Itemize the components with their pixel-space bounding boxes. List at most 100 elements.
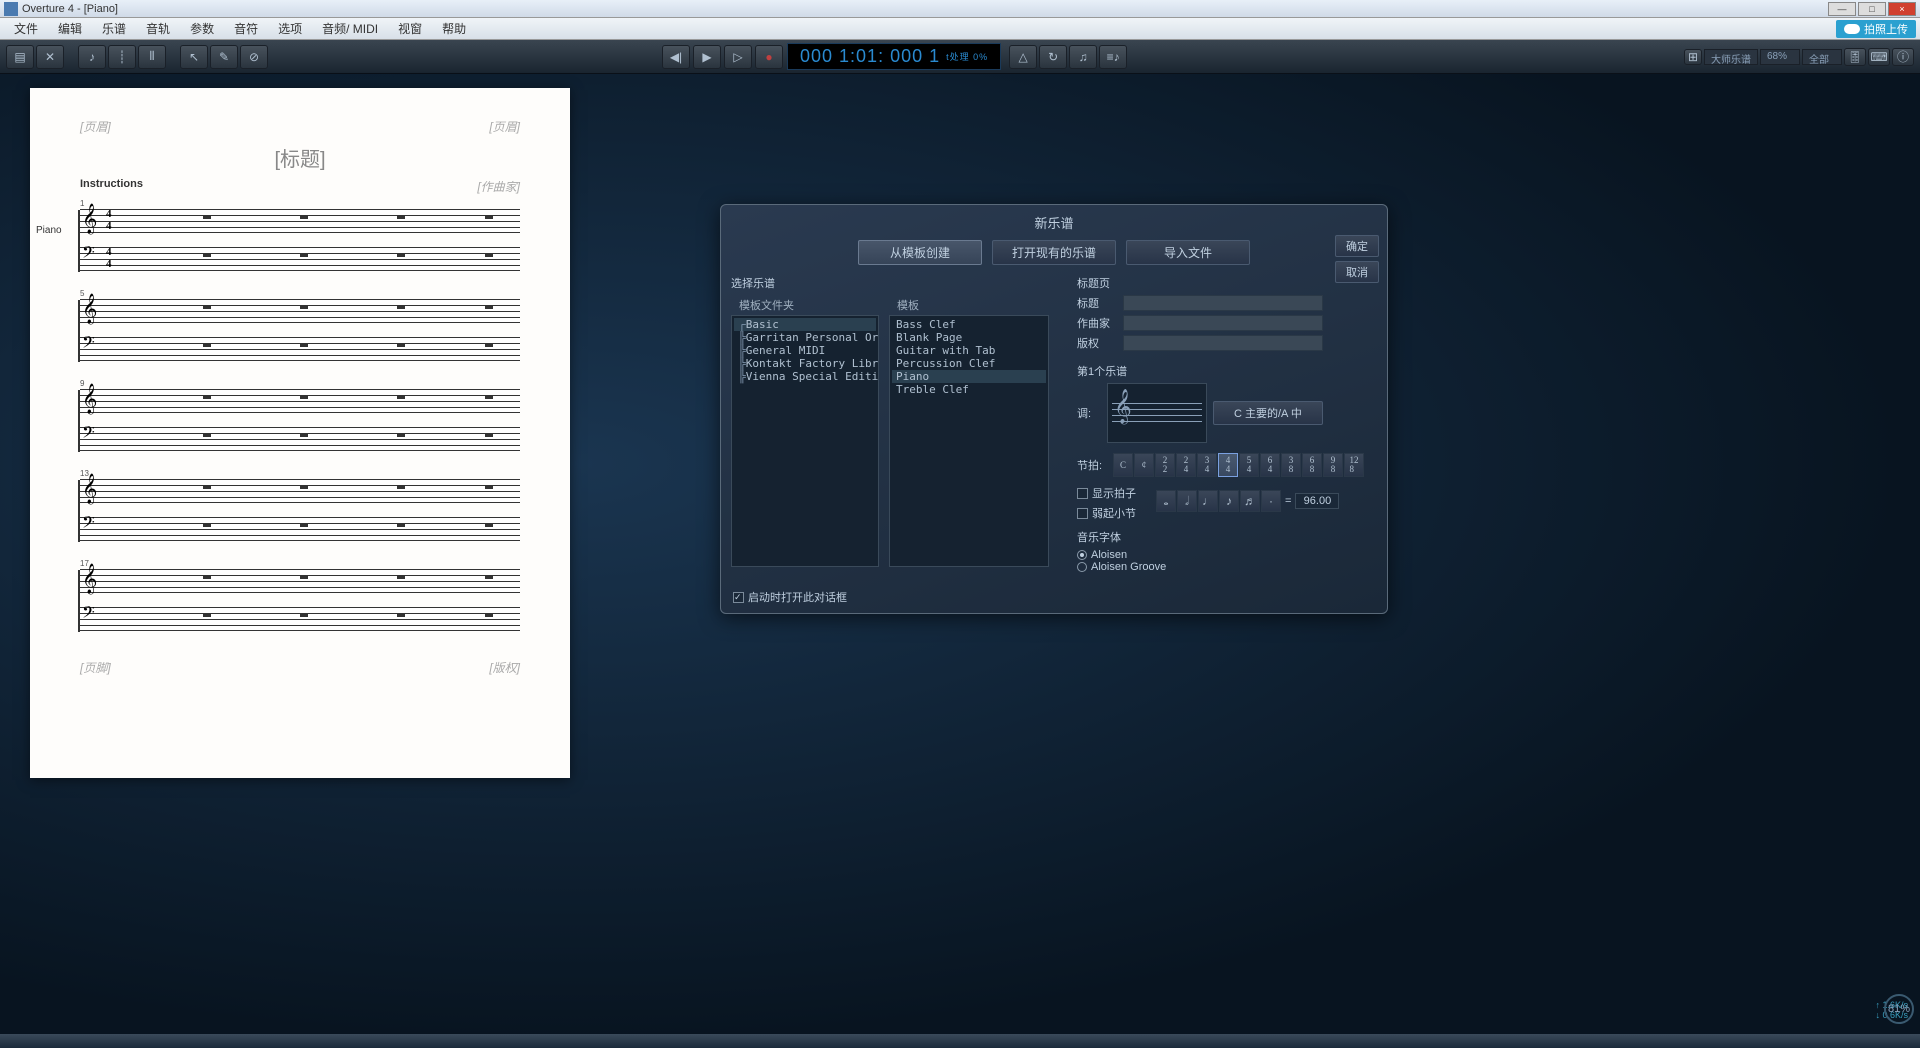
pickup-bar-checkbox[interactable] — [1077, 508, 1088, 519]
snap-button[interactable]: ♫ — [1069, 45, 1097, 69]
list-item[interactable]: ╠Garritan Personal Orc... — [734, 331, 876, 344]
cancel-button[interactable]: 取消 — [1335, 261, 1379, 283]
menu-options[interactable]: 选项 — [268, 18, 312, 39]
arrow-tool-button[interactable]: ↖ — [180, 45, 208, 69]
title-input[interactable] — [1123, 295, 1323, 311]
timesig-button[interactable]: 38 — [1281, 453, 1301, 477]
menu-track[interactable]: 音轨 — [136, 18, 180, 39]
upload-photo-button[interactable]: 拍照上传 — [1836, 20, 1916, 38]
maximize-button[interactable]: □ — [1858, 2, 1886, 16]
tab-open-existing[interactable]: 打开现有的乐谱 — [992, 240, 1116, 265]
section-music-font: 音乐字体 — [1077, 529, 1377, 545]
rewind-button[interactable]: ◀| — [662, 45, 690, 69]
eighth-note-button[interactable]: ♪ — [1219, 490, 1239, 512]
timesig-button[interactable]: 68 — [1302, 453, 1322, 477]
bass-staff: 𝄢 — [80, 607, 520, 631]
key-signature-button[interactable]: C 主要的/A 中 — [1213, 401, 1323, 425]
tab-from-template[interactable]: 从模板创建 — [858, 240, 982, 265]
composer-input[interactable] — [1123, 315, 1323, 331]
play2-button[interactable]: ▷ — [724, 45, 752, 69]
mixer-button[interactable]: 🎚 — [1844, 48, 1866, 66]
sixteenth-note-button[interactable]: ♬ — [1240, 490, 1260, 512]
list-item[interactable]: Percussion Clef — [892, 357, 1046, 370]
bass-staff: 𝄢 — [80, 517, 520, 541]
half-note-button[interactable]: 𝅗𝅥 — [1177, 490, 1197, 512]
font-aloisen-groove-radio[interactable] — [1077, 562, 1087, 572]
list-item[interactable]: ╠General MIDI — [734, 344, 876, 357]
treble-clef-icon: 𝄞 — [82, 204, 97, 235]
timesig-button[interactable]: 44 — [1218, 453, 1238, 477]
score-title-placeholder: [标题] — [80, 143, 520, 172]
timesig-button[interactable]: C — [1113, 453, 1133, 477]
follow-button[interactable]: ≡♪ — [1099, 45, 1127, 69]
timesig-button[interactable]: 34 — [1197, 453, 1217, 477]
dotted-button[interactable]: · — [1261, 490, 1281, 512]
timesig-button[interactable]: 22 — [1155, 453, 1175, 477]
dialog-title: 新乐谱 — [725, 209, 1383, 236]
loop-button[interactable]: ↻ — [1039, 45, 1067, 69]
tempo-note-buttons: 𝅝 𝅗𝅥 ♩ ♪ ♬ · — [1156, 490, 1281, 512]
note-tool-button[interactable]: ♪ — [78, 45, 106, 69]
ok-button[interactable]: 确定 — [1335, 235, 1379, 257]
treble-clef-icon: 𝄞 — [82, 474, 97, 505]
label-key: 调: — [1077, 405, 1101, 421]
timesig-button[interactable]: 64 — [1260, 453, 1280, 477]
menu-notes[interactable]: 音符 — [224, 18, 268, 39]
timesig-button[interactable]: 98 — [1323, 453, 1343, 477]
show-timesig-checkbox[interactable] — [1077, 488, 1088, 499]
show-on-startup-checkbox[interactable] — [733, 592, 744, 603]
metronome-button[interactable]: △ — [1009, 45, 1037, 69]
time-signature-buttons: C¢222434445464386898128 — [1113, 453, 1364, 477]
score-page[interactable]: [页眉] [页眉] [标题] Instructions [作曲家] 1Piano… — [30, 88, 570, 778]
list-item[interactable]: ╠Vienna Special Edition — [734, 370, 876, 383]
menu-edit[interactable]: 编辑 — [48, 18, 92, 39]
close-button[interactable]: × — [1888, 2, 1916, 16]
taskbar[interactable] — [0, 1034, 1920, 1048]
new-score-dialog: 新乐谱 从模板创建 打开现有的乐谱 导入文件 确定 取消 选择乐谱 模板文件夹 … — [720, 204, 1388, 614]
list-item[interactable]: ┌Basic — [734, 318, 876, 331]
record-button[interactable]: ● — [755, 45, 783, 69]
staff-system: 1Piano𝄞44𝄢44 — [80, 209, 520, 271]
timesig-button[interactable]: 24 — [1176, 453, 1196, 477]
info-button[interactable]: ⓘ — [1892, 48, 1914, 66]
timesig-button[interactable]: ¢ — [1134, 453, 1154, 477]
font-aloisen-radio[interactable] — [1077, 550, 1087, 560]
menu-help[interactable]: 帮助 — [432, 18, 476, 39]
copyright-input[interactable] — [1123, 335, 1323, 351]
menu-audio-midi[interactable]: 音频/ MIDI — [312, 18, 388, 39]
minimize-button[interactable]: — — [1828, 2, 1856, 16]
template-listbox[interactable]: Bass ClefBlank PageGuitar with TabPercus… — [889, 315, 1049, 567]
list-item[interactable]: Treble Clef — [892, 383, 1046, 396]
filter-dropdown[interactable]: 全部 — [1802, 49, 1842, 65]
view-dropdown[interactable]: 大师乐谱 — [1704, 49, 1758, 65]
menu-score[interactable]: 乐谱 — [92, 18, 136, 39]
list-item[interactable]: Piano — [892, 370, 1046, 383]
whole-note-button[interactable]: 𝅝 — [1156, 490, 1176, 512]
bass-staff: 𝄢44 — [80, 247, 520, 271]
pencil-tool-button[interactable]: ✎ — [210, 45, 238, 69]
menu-params[interactable]: 参数 — [180, 18, 224, 39]
template-folder-listbox[interactable]: ┌Basic╠Garritan Personal Orc...╠General … — [731, 315, 879, 567]
list-item[interactable]: Blank Page — [892, 331, 1046, 344]
erase-tool-button[interactable]: ⊘ — [240, 45, 268, 69]
tools-button[interactable]: ✕ — [36, 45, 64, 69]
list-item[interactable]: ╠Kontakt Factory Library — [734, 357, 876, 370]
quarter-note-button[interactable]: ♩ — [1198, 490, 1218, 512]
layout-icon[interactable]: ⊞ — [1684, 49, 1702, 65]
list-item[interactable]: Guitar with Tab — [892, 344, 1046, 357]
section-select-score: 选择乐谱 — [731, 275, 1061, 291]
list-item[interactable]: Bass Clef — [892, 318, 1046, 331]
menu-file[interactable]: 文件 — [4, 18, 48, 39]
zoom-dropdown[interactable]: 68% — [1760, 49, 1800, 65]
tempo-input[interactable] — [1295, 493, 1339, 509]
tab-import-file[interactable]: 导入文件 — [1126, 240, 1250, 265]
keyboard-button[interactable]: ⌨ — [1868, 48, 1890, 66]
section-first-score: 第1个乐谱 — [1077, 363, 1377, 379]
bar-tool-button[interactable]: ┊ — [108, 45, 136, 69]
play-button[interactable]: ▶ — [693, 45, 721, 69]
menu-window[interactable]: 视窗 — [388, 18, 432, 39]
timesig-button[interactable]: 54 — [1239, 453, 1259, 477]
timesig-button[interactable]: 128 — [1344, 453, 1364, 477]
beam-tool-button[interactable]: ⫴ — [138, 45, 166, 69]
panel-button[interactable]: ▤ — [6, 45, 34, 69]
